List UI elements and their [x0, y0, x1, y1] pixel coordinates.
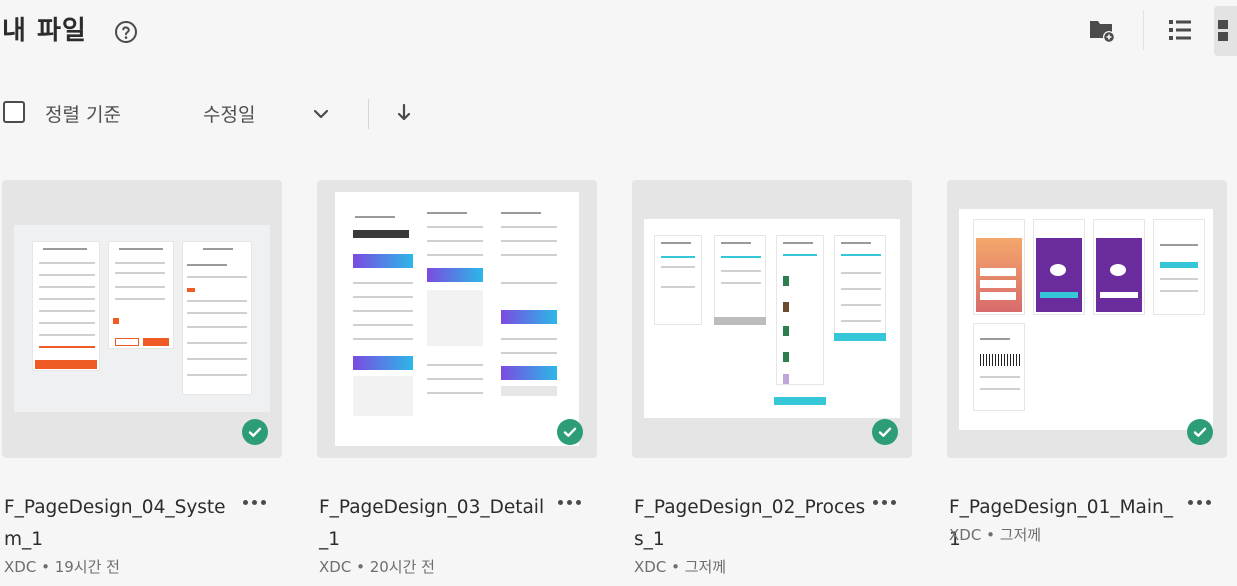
help-circle-icon[interactable] — [114, 20, 138, 44]
file-name[interactable]: F_PageDesign_04_System_1 — [4, 492, 236, 556]
file-thumbnail[interactable] — [947, 180, 1227, 458]
file-card[interactable]: F_PageDesign_03_Detail_1 XDC • 20시간 전 — [317, 180, 597, 580]
file-thumbnail[interactable] — [317, 180, 597, 458]
file-type: XDC — [634, 558, 667, 576]
select-all-checkbox[interactable] — [3, 101, 25, 123]
file-card[interactable]: F_PageDesign_01_Main_1 XDC • 그저께 — [947, 180, 1227, 580]
file-type: XDC — [4, 558, 37, 576]
file-modified: 그저께 — [684, 558, 727, 576]
file-modified: 20시간 전 — [369, 558, 435, 576]
file-name[interactable]: F_PageDesign_02_Process_1 — [634, 492, 866, 556]
grid-view-button[interactable] — [1214, 6, 1237, 56]
file-meta: XDC • 그저께 — [949, 526, 1042, 544]
folder-add-icon — [1090, 21, 1115, 43]
file-modified: 19시간 전 — [54, 558, 120, 576]
list-view-button[interactable] — [1164, 14, 1196, 46]
file-thumbnail[interactable] — [2, 180, 282, 458]
file-type: XDC — [949, 526, 982, 544]
page-title: 내 파일 — [2, 16, 87, 46]
arrow-down-icon[interactable] — [394, 102, 414, 124]
page-header: 내 파일 — [0, 0, 1237, 66]
file-thumbnail[interactable] — [632, 180, 912, 458]
sync-check-icon — [242, 419, 268, 445]
sync-check-icon — [557, 419, 583, 445]
file-type: XDC — [319, 558, 352, 576]
grid-view-icon — [1218, 20, 1228, 41]
artboard-preview — [644, 219, 900, 418]
my-files-page: 내 파일 정렬 기준 수정일 F_PageDesign_04_System_1 … — [0, 0, 1237, 586]
artboard-preview — [335, 192, 579, 446]
more-options-icon[interactable] — [1188, 494, 1216, 510]
sort-divider — [368, 99, 369, 129]
header-divider — [1143, 10, 1144, 50]
artboard-preview — [14, 225, 270, 412]
sort-label: 정렬 기준 — [45, 104, 121, 126]
more-options-icon[interactable] — [243, 494, 271, 510]
sort-value[interactable]: 수정일 — [203, 100, 255, 127]
file-name[interactable]: F_PageDesign_03_Detail_1 — [319, 492, 551, 556]
sort-bar: 정렬 기준 수정일 — [0, 96, 1237, 130]
artboard-preview — [959, 209, 1213, 430]
chevron-down-icon[interactable] — [311, 104, 331, 124]
file-meta: XDC • 그저께 — [634, 558, 727, 576]
more-options-icon[interactable] — [558, 494, 586, 510]
sync-check-icon — [872, 419, 898, 445]
file-modified: 그저께 — [999, 526, 1042, 544]
new-folder-button[interactable] — [1086, 14, 1118, 46]
file-meta: XDC • 20시간 전 — [319, 558, 435, 576]
file-card[interactable]: F_PageDesign_02_Process_1 XDC • 그저께 — [632, 180, 912, 580]
list-view-icon — [1169, 20, 1191, 40]
more-options-icon[interactable] — [873, 494, 901, 510]
sync-check-icon — [1187, 419, 1213, 445]
file-meta: XDC • 19시간 전 — [4, 558, 120, 576]
file-card[interactable]: F_PageDesign_04_System_1 XDC • 19시간 전 — [2, 180, 282, 580]
